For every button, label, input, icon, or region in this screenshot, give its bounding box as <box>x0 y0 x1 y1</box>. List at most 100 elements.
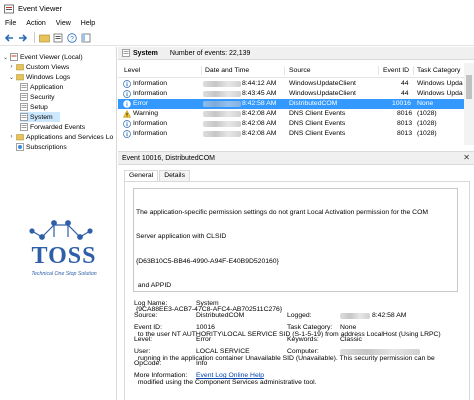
tree-item-setup[interactable]: Setup <box>20 102 48 112</box>
navigation-tree: ⌄ Event Viewer (Local) › Custom Views ⌄ … <box>0 47 117 400</box>
cell-category: (1028) <box>417 110 437 117</box>
description-line: and APPID <box>136 282 172 290</box>
log-name: System <box>133 49 158 57</box>
help-button[interactable]: ? <box>66 32 78 44</box>
cell-source: DNS Client Events <box>289 130 346 137</box>
tree-item-label: Applications and Services Lo <box>26 133 114 141</box>
cell-category: Windows Upda <box>417 90 463 97</box>
opcode-label: OpCode: <box>134 360 162 367</box>
event-log-online-help-link[interactable]: Event Log Online Help <box>196 372 264 379</box>
warning-icon <box>123 110 131 118</box>
column-divider[interactable] <box>413 66 414 75</box>
logged-label: Logged: <box>287 312 312 319</box>
table-row[interactable]: Information 8:42:08 AM DNS Client Events… <box>118 129 464 139</box>
cell-source: WindowsUpdateClient <box>289 90 356 97</box>
scrollbar-thumb[interactable] <box>466 75 472 99</box>
tree-item-applications-and-services[interactable]: › Applications and Services Lo <box>8 132 114 142</box>
task-category-label: Task Category: <box>287 324 333 331</box>
log-header: System Number of events: 22,139 <box>118 47 474 60</box>
column-header-date[interactable]: Date and Time <box>205 67 249 74</box>
column-header-event-id[interactable]: Event ID <box>383 67 409 74</box>
event-count: Number of events: 22,139 <box>169 49 251 57</box>
table-row[interactable]: Information 8:43:45 AM WindowsUpdateClie… <box>118 89 464 99</box>
table-row[interactable]: Information 8:42:08 AM DNS Client Events… <box>118 119 464 129</box>
cell-level: Warning <box>133 110 159 117</box>
table-row[interactable]: Warning 8:42:08 AM DNS Client Events 801… <box>118 109 464 119</box>
redacted-date <box>203 81 241 87</box>
collapse-icon[interactable]: ⌄ <box>8 74 15 81</box>
expand-icon[interactable]: › <box>8 134 15 141</box>
menu-help[interactable]: Help <box>81 20 95 27</box>
description-line: running in the application container Una… <box>136 354 435 362</box>
redacted-date <box>203 111 241 117</box>
description-line: Server application with CLSID <box>136 233 227 241</box>
title-bar: Event Viewer <box>0 0 474 17</box>
expand-icon[interactable]: › <box>8 64 15 71</box>
up-level-button[interactable] <box>38 32 50 44</box>
information-icon <box>123 80 131 88</box>
cell-level: Information <box>133 80 168 87</box>
forward-arrow-icon <box>19 33 28 42</box>
cell-event-id: 8013 <box>397 120 413 127</box>
tree-item-label: Subscriptions <box>26 143 67 151</box>
properties-button[interactable] <box>52 32 64 44</box>
user-label: User: <box>134 348 151 355</box>
window-title: Event Viewer <box>18 4 63 13</box>
folder-up-icon <box>38 34 50 42</box>
cell-event-id: 44 <box>401 90 409 97</box>
toolbar-divider <box>34 32 35 43</box>
computer-label: Computer: <box>287 348 319 355</box>
column-header-task-category[interactable]: Task Category <box>417 67 460 74</box>
log-name-label: Log Name: <box>134 300 168 307</box>
toolbar: ? <box>0 30 474 46</box>
close-icon[interactable]: ✕ <box>463 153 470 162</box>
cell-level: Error <box>133 100 149 107</box>
table-header: Level Date and Time Source Event ID Task… <box>118 63 464 78</box>
log-icon <box>20 93 28 101</box>
tree-item-application[interactable]: Application <box>20 82 63 92</box>
forward-button[interactable] <box>17 32 29 44</box>
tree-item-windows-logs[interactable]: ⌄ Windows Logs <box>8 72 70 82</box>
log-icon <box>122 49 130 57</box>
event-id-label: Event ID: <box>134 324 162 331</box>
event-detail-title: Event 10016, DistributedCOM <box>122 154 215 162</box>
level-value: Error <box>196 336 212 343</box>
user-value: LOCAL SERVICE <box>196 348 250 355</box>
help-icon: ? <box>67 32 77 43</box>
cell-source: DNS Client Events <box>289 110 346 117</box>
tree-item-label: Security <box>30 93 55 101</box>
column-divider[interactable] <box>284 66 285 75</box>
tab-details[interactable]: Details <box>159 170 190 181</box>
column-header-level[interactable]: Level <box>124 67 140 74</box>
cell-source: DistributedCOM <box>289 100 338 107</box>
menu-action[interactable]: Action <box>26 20 45 27</box>
tree-item-subscriptions[interactable]: Subscriptions <box>16 142 67 152</box>
tree-item-forwarded-events[interactable]: Forwarded Events <box>20 122 85 132</box>
folder-icon <box>16 64 24 71</box>
tree-item-custom-views[interactable]: › Custom Views <box>8 62 70 72</box>
column-header-source[interactable]: Source <box>289 67 311 74</box>
menu-view[interactable]: View <box>56 20 71 27</box>
table-row-selected[interactable]: Error 8:42:58 AM DistributedCOM 10016 No… <box>118 99 464 109</box>
redacted-date <box>203 131 241 137</box>
more-information-label: More Information: <box>134 372 188 379</box>
redacted-date <box>203 121 241 127</box>
menu-file[interactable]: File <box>5 20 16 27</box>
tab-general[interactable]: General <box>124 170 159 181</box>
information-icon <box>123 120 131 128</box>
show-hide-pane-button[interactable] <box>80 32 92 44</box>
keywords-value: Classic <box>340 336 362 343</box>
tree-item-system[interactable]: System <box>20 112 60 122</box>
tree-item-label: Custom Views <box>26 63 70 71</box>
back-button[interactable] <box>3 32 15 44</box>
table-row[interactable]: Information 8:44:12 AM WindowsUpdateClie… <box>118 79 464 89</box>
cell-category: Windows Upda <box>417 80 463 87</box>
cell-source: WindowsUpdateClient <box>289 80 356 87</box>
collapse-icon[interactable]: ⌄ <box>2 54 9 61</box>
table-scrollbar[interactable] <box>464 63 474 145</box>
tree-item-security[interactable]: Security <box>20 92 55 102</box>
tree-item-event-viewer-local[interactable]: ⌄ Event Viewer (Local) <box>2 52 83 62</box>
event-description: The application-specific permission sett… <box>136 193 454 395</box>
column-divider[interactable] <box>378 66 379 75</box>
column-divider[interactable] <box>201 66 202 75</box>
